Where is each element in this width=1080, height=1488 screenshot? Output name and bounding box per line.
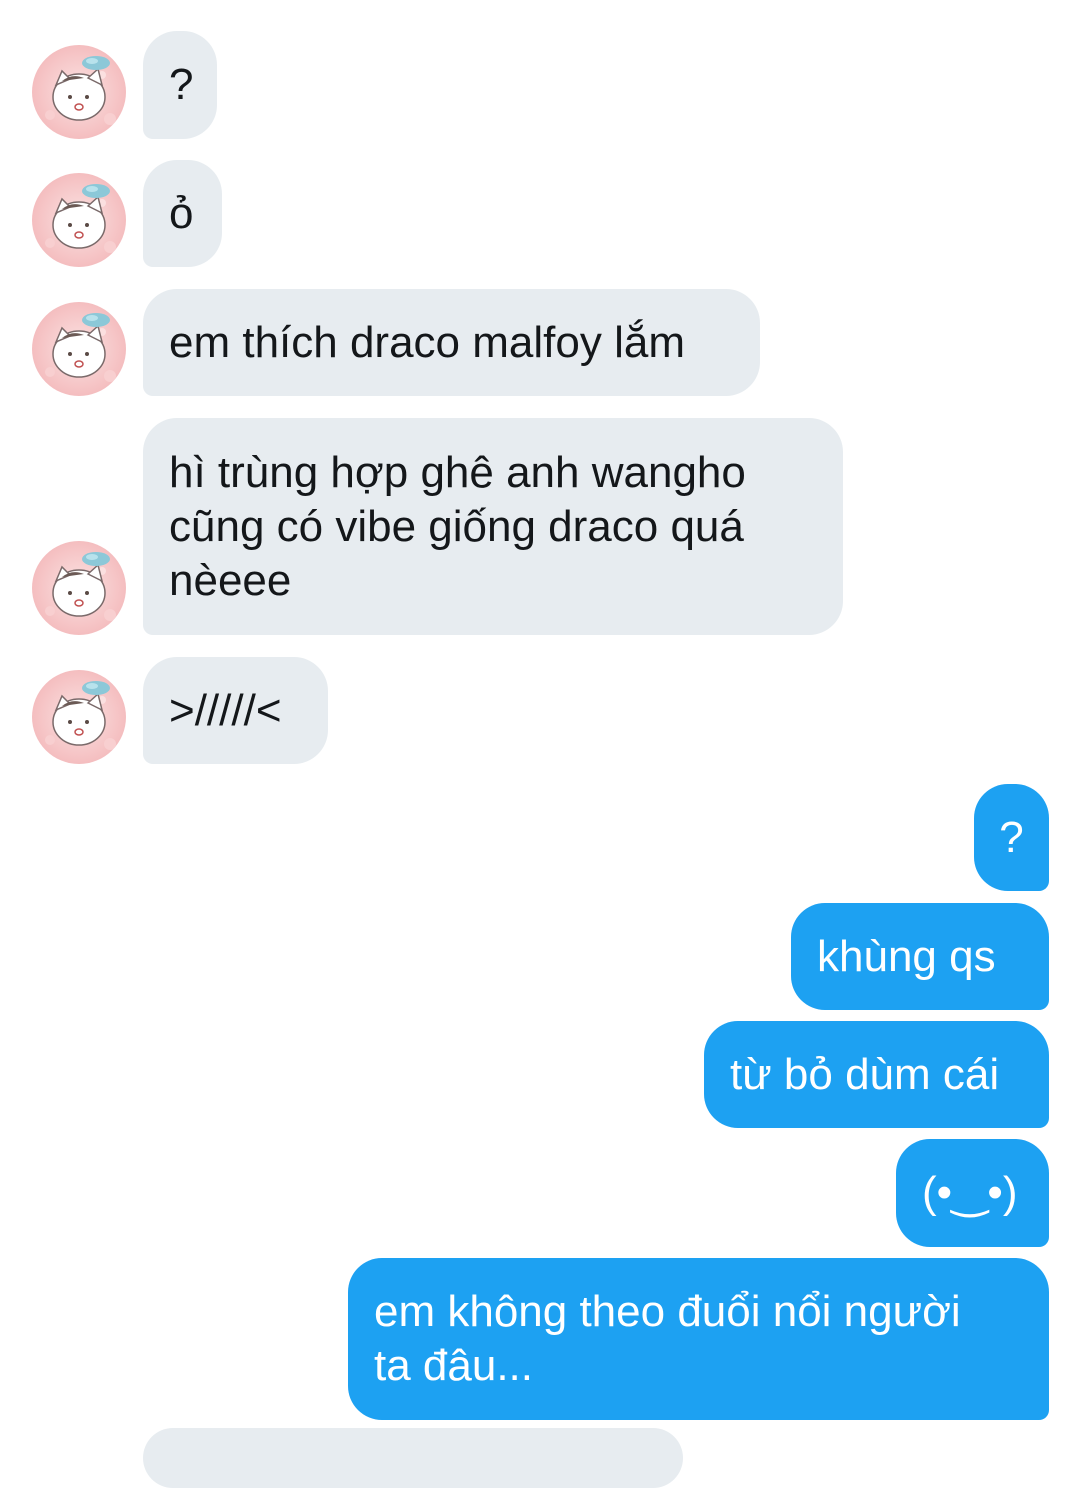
message-text: em thích draco malfoy lắm (169, 317, 685, 367)
message-text: ỏ (169, 188, 194, 238)
message-text: >/////< (169, 685, 282, 735)
contact-avatar[interactable] (32, 670, 126, 764)
message-text: khùng qs (817, 931, 996, 981)
incoming-message-bubble[interactable]: em thích draco malfoy lắm (143, 289, 760, 396)
incoming-message-bubble[interactable]: ? (143, 31, 217, 139)
incoming-message-bubble[interactable]: ỏ (143, 160, 222, 267)
outgoing-message-bubble[interactable]: khùng qs (791, 903, 1049, 1010)
message-text: từ bỏ dùm cái (730, 1049, 1000, 1099)
outgoing-message-bubble[interactable]: ? (974, 784, 1049, 891)
incoming-message-bubble[interactable]: >/////< (143, 657, 328, 764)
outgoing-message-bubble[interactable]: em không theo đuổi nổi người ta đâu... (348, 1258, 1049, 1420)
message-text: em không theo đuổi nổi người ta đâu... (374, 1287, 961, 1390)
outgoing-message-bubble[interactable]: từ bỏ dùm cái (704, 1021, 1049, 1128)
message-text: (•‿•) (922, 1168, 1018, 1217)
cat-avatar-icon (32, 45, 126, 139)
cat-avatar-icon (32, 173, 126, 267)
contact-avatar[interactable] (32, 302, 126, 396)
message-text: ? (999, 812, 1024, 862)
message-text: ? (169, 60, 194, 109)
cat-avatar-icon (32, 670, 126, 764)
cat-avatar-icon (32, 302, 126, 396)
contact-avatar[interactable] (32, 173, 126, 267)
contact-avatar[interactable] (32, 541, 126, 635)
cat-avatar-icon (32, 541, 126, 635)
message-text: hì trùng hợp ghê anh wangho cũng có vibe… (169, 447, 746, 605)
contact-avatar[interactable] (32, 45, 126, 139)
outgoing-message-bubble[interactable]: (•‿•) (896, 1139, 1049, 1247)
incoming-message-bubble[interactable]: hì trùng hợp ghê anh wangho cũng có vibe… (143, 418, 843, 635)
incoming-message-bubble-partial[interactable] (143, 1428, 683, 1488)
